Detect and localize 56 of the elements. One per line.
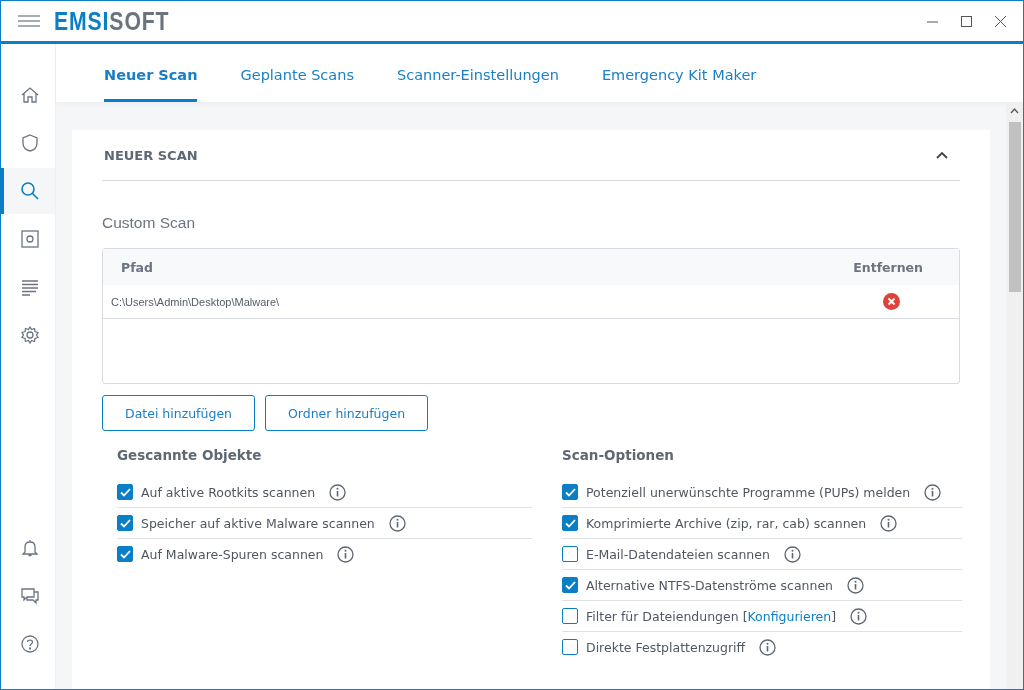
settings-icon	[18, 324, 41, 346]
checkbox[interactable]	[562, 515, 578, 531]
chevron-icon[interactable]	[936, 151, 948, 159]
info-icon[interactable]	[880, 514, 898, 532]
option-label: Alternative NTFS-Datenströme scannen	[586, 577, 834, 593]
tab[interactable]: Emergency Kit Maker	[601, 44, 757, 102]
close-icon	[994, 15, 1006, 27]
scroll-up-icon[interactable]	[1010, 108, 1019, 114]
info-icon[interactable]	[337, 545, 355, 563]
checkbox[interactable]	[117, 515, 133, 531]
checkbox[interactable]	[117, 546, 133, 562]
info-icon[interactable]	[783, 545, 801, 563]
maximize-icon	[960, 15, 972, 27]
tab[interactable]: Neuer Scan	[104, 44, 198, 102]
info-icon[interactable]	[388, 514, 406, 532]
option-label: Komprimierte Archive (zip, rar, cab) scannen	[586, 515, 867, 531]
checkbox[interactable]	[562, 639, 578, 655]
logo: EMSISOFT	[54, 6, 170, 36]
chat-icon[interactable]	[18, 585, 41, 607]
option-label: Auf aktive Rootkits scannen	[141, 484, 316, 500]
remove-icon[interactable]	[883, 293, 900, 310]
option-label: Potenziell unerwünschte Programme (PUPs) melden	[586, 484, 911, 500]
info-icon[interactable]	[847, 576, 865, 594]
checkbox[interactable]	[562, 546, 578, 562]
group-title: Scan-Optionen	[562, 447, 675, 463]
square-icon	[18, 228, 41, 250]
info-icon[interactable]	[924, 483, 942, 501]
checkbox[interactable]	[562, 577, 578, 593]
info-icon[interactable]	[329, 483, 347, 501]
group-title: Gescannte Objekte	[117, 447, 263, 463]
add-button[interactable]: Ordner hinzufügen	[265, 395, 429, 431]
section-title: NEUER SCAN	[104, 147, 198, 163]
tab[interactable]: Geplante Scans	[240, 44, 354, 102]
scrollbar[interactable]	[1006, 102, 1023, 689]
path-cell: C:\Users\Admin\Desktop\Malware\	[111, 295, 280, 308]
option-label: Direkte Festplattenzugriff	[586, 639, 746, 655]
scrollbar-thumb[interactable]	[1008, 122, 1021, 292]
menu-icon[interactable]	[18, 15, 40, 27]
option-label: E-Mail-Datendateien scannen	[586, 546, 770, 562]
checkbox[interactable]	[562, 608, 578, 624]
help-icon[interactable]	[18, 633, 41, 655]
option-label: Speicher auf aktive Malware scannen	[141, 515, 375, 531]
info-icon[interactable]	[759, 638, 777, 656]
configure-link[interactable]: Konfigurieren	[747, 608, 832, 624]
checkbox[interactable]	[562, 484, 578, 500]
subtitle: Custom Scan	[102, 214, 197, 232]
add-button[interactable]: Datei hinzufügen	[102, 395, 255, 431]
column-header: Entfernen	[853, 259, 923, 275]
sidebar-item[interactable]	[1, 168, 55, 214]
checkbox[interactable]	[117, 484, 133, 500]
option-label: Auf Malware-Spuren scannen	[141, 546, 324, 562]
info-icon[interactable]	[850, 607, 868, 625]
search-icon	[18, 180, 41, 202]
option-label: Filter für Dateiendungen [Konfigurieren]	[586, 608, 837, 624]
column-header: Pfad	[121, 259, 153, 275]
tab[interactable]: Scanner-Einstellungen	[397, 44, 559, 102]
